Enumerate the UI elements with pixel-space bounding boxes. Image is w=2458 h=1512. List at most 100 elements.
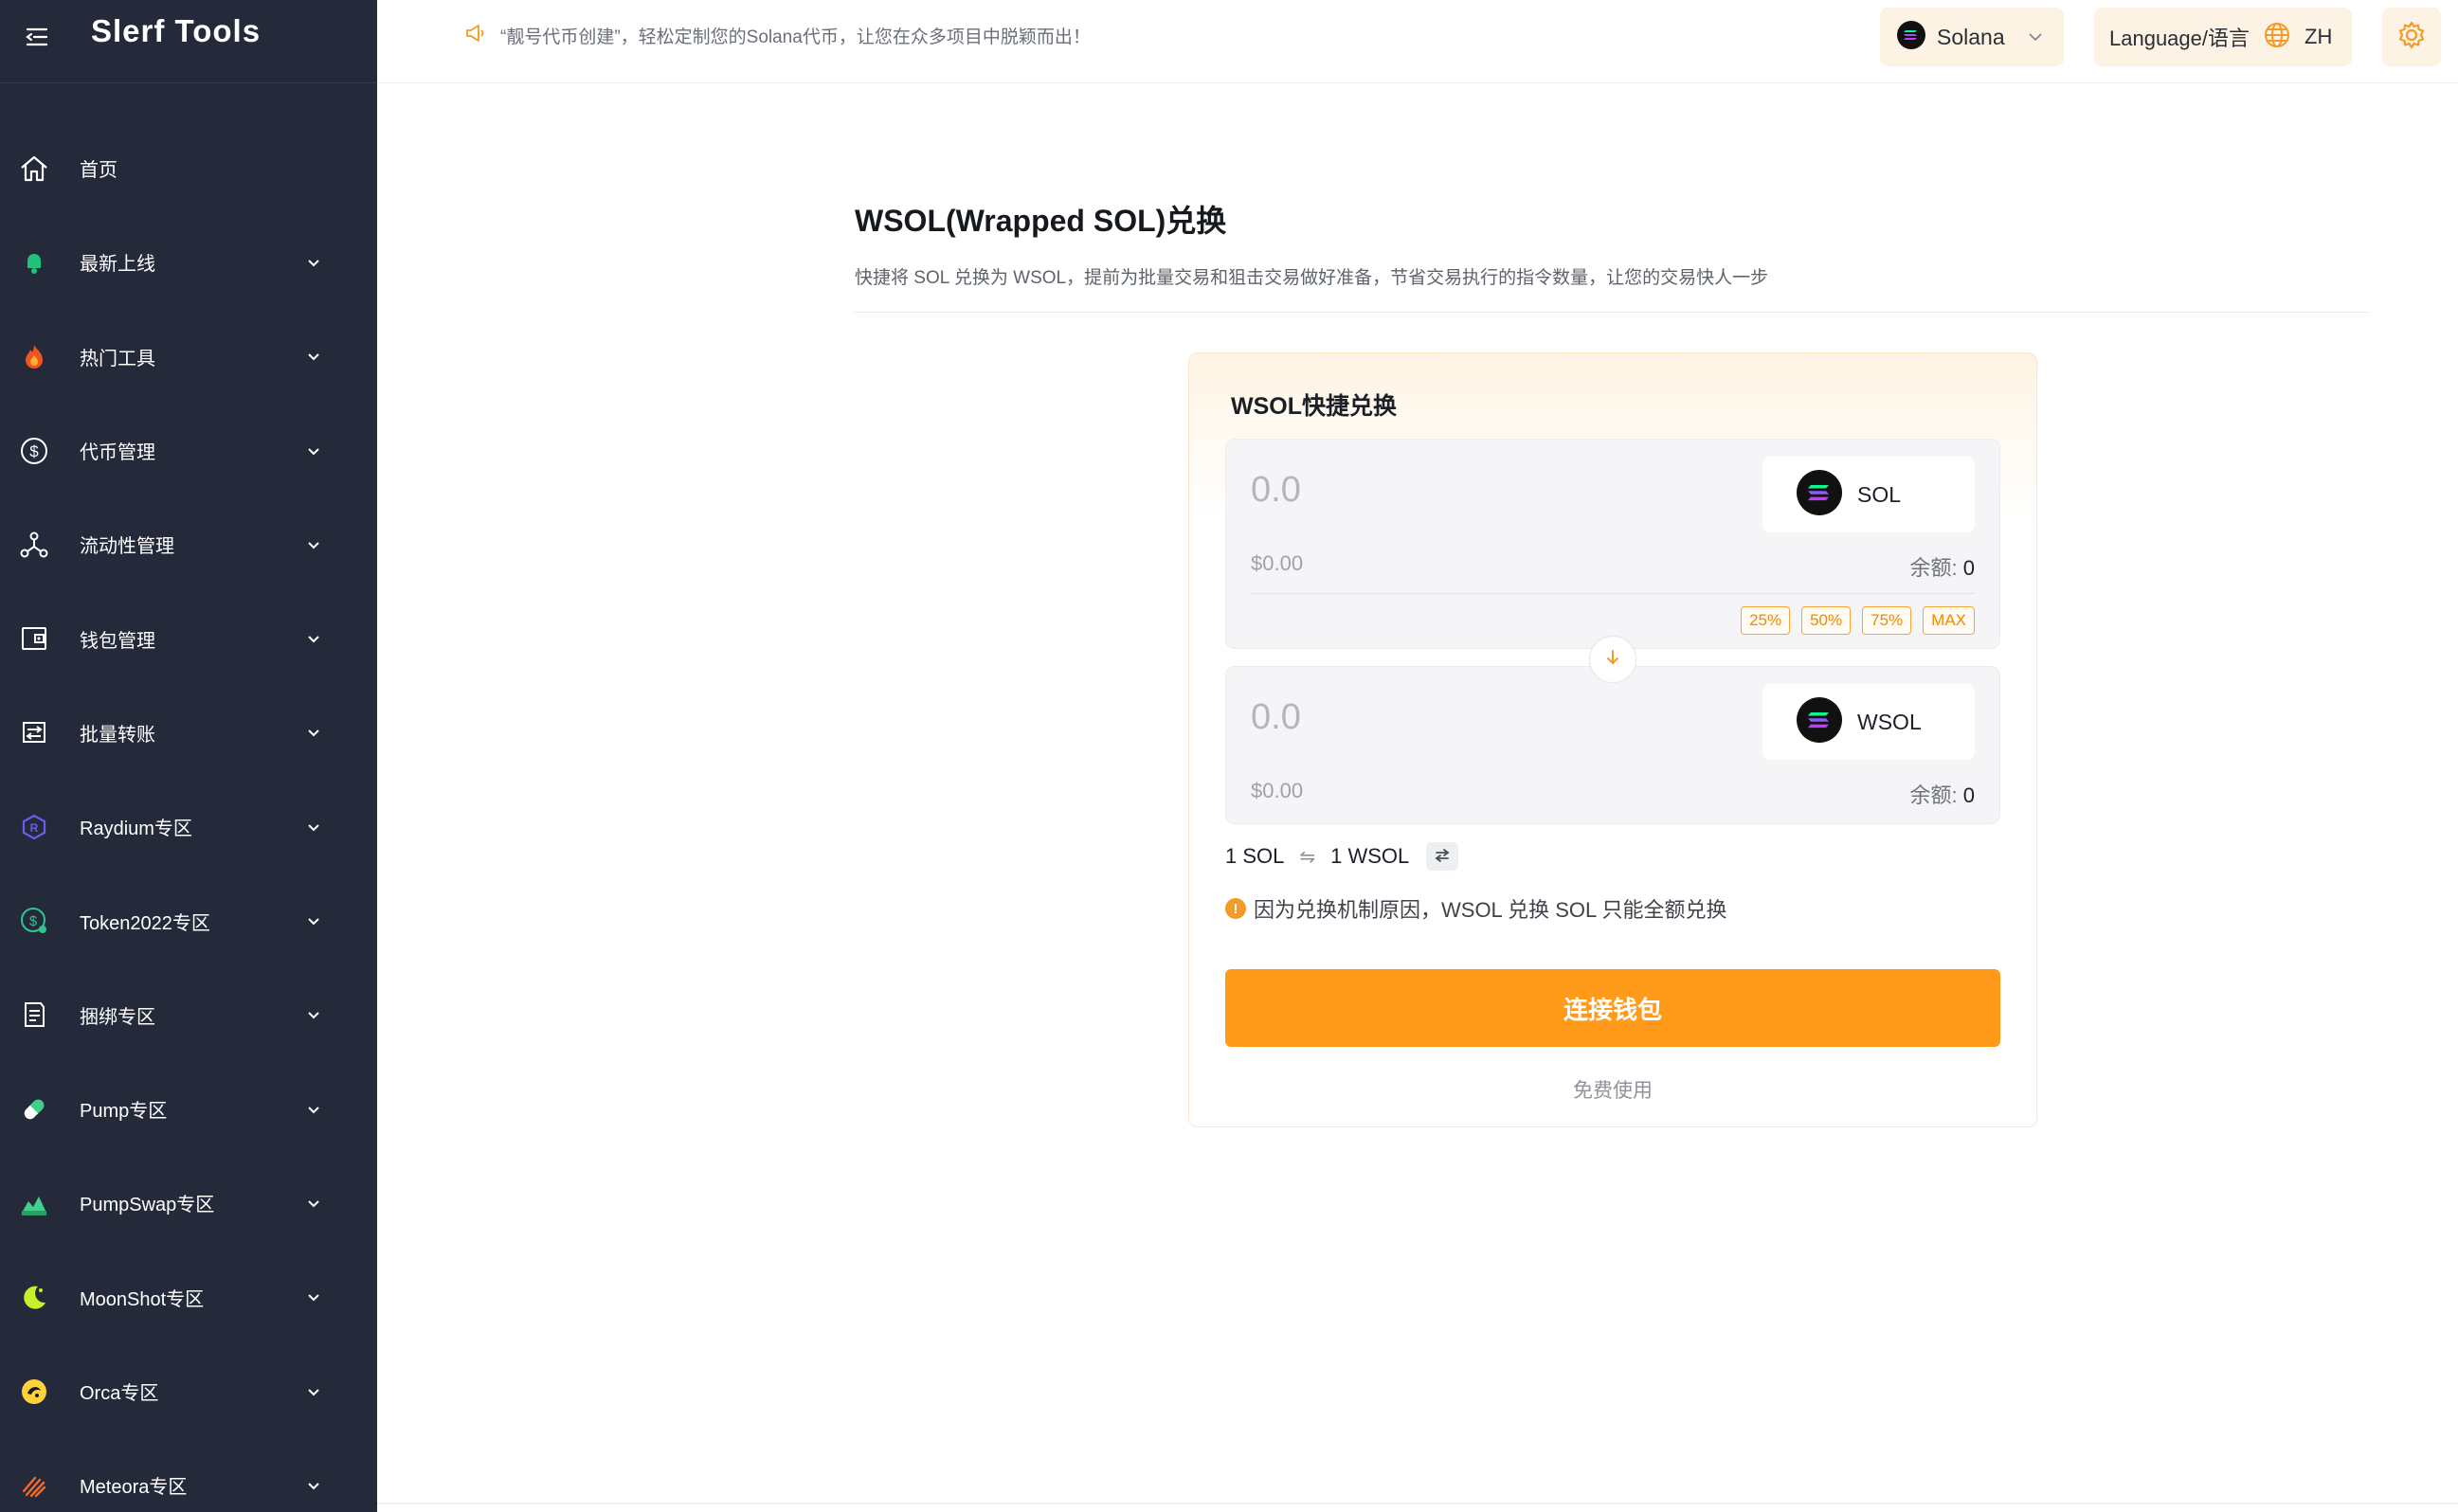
sidebar-item-label: 代币管理: [80, 442, 155, 464]
divider: [855, 312, 2369, 313]
sidebar-item-label: Meteora专区: [80, 1477, 188, 1499]
moon-icon: [17, 1280, 51, 1314]
top-bar: “靓号代币创建”，轻松定制您的Solana代币，让您在众多项目中脱颖而出！ So…: [377, 0, 2458, 83]
chevron-down-icon: [2029, 33, 2042, 42]
sidebar-item-latest[interactable]: 最新上线: [0, 215, 377, 309]
percent-50-button[interactable]: 50%: [1801, 606, 1852, 635]
bell-icon: [17, 245, 51, 279]
chevron-down-icon: [308, 1012, 319, 1019]
chevron-down-icon: [308, 824, 319, 832]
fire-icon: [17, 339, 51, 373]
percent-25-button[interactable]: 25%: [1741, 606, 1791, 635]
sidebar-item-home[interactable]: 首页: [0, 121, 377, 215]
gear-icon: [2396, 20, 2427, 55]
raydium-icon: R: [17, 810, 51, 844]
sidebar-item-label: Raydium专区: [80, 819, 192, 840]
divider: [1251, 593, 1975, 594]
svg-text:$: $: [29, 913, 38, 929]
chevron-down-icon: [308, 918, 319, 926]
sidebar-item-label: Orca专区: [80, 1383, 159, 1404]
from-usd-value: $0.00: [1251, 551, 1304, 575]
percent-buttons: 25% 50% 75% MAX: [1741, 606, 1975, 635]
page-description: 快捷将 SOL 兑换为 WSOL，提前为批量交易和狙击交易做好准备，节省交易执行…: [855, 268, 1769, 288]
announcement-bar[interactable]: “靓号代币创建”，轻松定制您的Solana代币，让您在众多项目中脱颖而出！: [464, 22, 1091, 49]
rate-toggle-button[interactable]: [1426, 842, 1459, 871]
sidebar-item-hot-tools[interactable]: 热门工具: [0, 310, 377, 404]
sidebar-item-label: PumpSwap专区: [80, 1195, 215, 1216]
sidebar-item-wallet[interactable]: 钱包管理: [0, 591, 377, 685]
chevron-down-icon: [308, 447, 319, 455]
percent-75-button[interactable]: 75%: [1862, 606, 1912, 635]
chevron-down-icon: [308, 1200, 319, 1208]
chevron-down-icon: [308, 1106, 319, 1114]
wsol-logo-icon: [1797, 696, 1842, 747]
sidebar-item-label: Token2022专区: [80, 912, 210, 934]
from-amount-input[interactable]: [1251, 466, 1706, 513]
chevron-down-icon: [308, 260, 319, 267]
to-balance: 余额: 0: [1910, 779, 1976, 809]
sidebar-item-orca[interactable]: Orca专区: [0, 1344, 377, 1438]
menu-fold-icon[interactable]: [25, 25, 49, 49]
swap-card: WSOL快捷兑换 SOL $0.00 余额: 0 25% 50% 75% MAX: [1188, 352, 2037, 1127]
to-token-selector[interactable]: WSOL: [1762, 684, 1975, 760]
sidebar-item-label: MoonShot专区: [80, 1288, 205, 1310]
to-token-panel: WSOL $0.00 余额: 0: [1225, 666, 2000, 824]
token2022-icon: $: [17, 904, 51, 938]
to-usd-value: $0.00: [1251, 779, 1304, 802]
nodes-icon: [17, 528, 51, 562]
sidebar-item-meteora[interactable]: Meteora专区: [0, 1438, 377, 1512]
sidebar-item-moonshot[interactable]: MoonShot专区: [0, 1251, 377, 1344]
language-selector[interactable]: Language/语言 ZH: [2094, 8, 2352, 66]
settings-button[interactable]: [2382, 8, 2441, 66]
sidebar-item-label: 最新上线: [80, 254, 155, 276]
to-token-name: WSOL: [1857, 709, 1922, 734]
rate-right: 1 WSOL: [1330, 844, 1410, 868]
chevron-down-icon: [308, 542, 319, 549]
sidebar-item-liquidity[interactable]: 流动性管理: [0, 497, 377, 591]
sidebar-item-label: Pump专区: [80, 1101, 168, 1123]
from-token-selector[interactable]: SOL: [1762, 457, 1975, 532]
pumpswap-icon: [17, 1186, 51, 1220]
balance-label: 余额:: [1909, 783, 1958, 807]
notice-text: 因为兑换机制原因，WSOL 兑换 SOL 只能全额兑换: [1254, 898, 1727, 922]
rate-left: 1 SOL: [1225, 844, 1285, 868]
svg-text:$: $: [29, 442, 39, 460]
from-balance: 余额: 0: [1910, 551, 1976, 582]
sidebar-item-batch-transfer[interactable]: 批量转账: [0, 686, 377, 780]
sidebar-header: Slerf Tools: [0, 0, 377, 83]
divider: [377, 1503, 2458, 1504]
sidebar-item-pumpswap[interactable]: PumpSwap专区: [0, 1156, 377, 1250]
to-amount-input[interactable]: [1251, 693, 1706, 741]
sidebar-item-bundle[interactable]: 捆绑专区: [0, 968, 377, 1062]
dollar-circle-icon: $: [17, 434, 51, 468]
warning-icon: !: [1225, 898, 1246, 919]
app-logo[interactable]: Slerf Tools: [91, 13, 261, 49]
sidebar-item-label: 热门工具: [80, 348, 155, 369]
chain-selector[interactable]: Solana: [1880, 8, 2064, 66]
sidebar-menu: 首页 最新上线 热门工具 $ 代币管理 流动性管理 钱包管理 批量转账 R Ra…: [0, 121, 377, 1512]
solana-logo-icon: [1897, 20, 1925, 54]
chevron-down-icon: [308, 729, 319, 737]
solana-logo-icon: [1797, 469, 1842, 520]
swap-direction-button[interactable]: [1589, 636, 1636, 683]
balance-value: 0: [1962, 783, 1975, 807]
sidebar-item-raydium[interactable]: R Raydium专区: [0, 780, 377, 873]
sidebar-item-token2022[interactable]: $ Token2022专区: [0, 873, 377, 967]
free-use-text: 免费使用: [1573, 1080, 1653, 1102]
sidebar-item-label: 首页: [80, 160, 117, 182]
chevron-down-icon: [308, 353, 319, 361]
page-title: WSOL(Wrapped SOL)兑换: [855, 204, 1227, 238]
notice: ! 因为兑换机制原因，WSOL 兑换 SOL 只能全额兑换: [1225, 893, 1727, 924]
home-icon: [17, 152, 51, 186]
connect-wallet-button[interactable]: 连接钱包: [1225, 969, 2000, 1047]
language-label: Language/语言: [2109, 27, 2250, 50]
chain-label: Solana: [1937, 24, 2005, 49]
swap-arrows-icon: [1434, 844, 1451, 869]
sidebar-item-pump[interactable]: Pump专区: [0, 1062, 377, 1156]
rate-symbol: ⇋: [1299, 846, 1316, 868]
sidebar: Slerf Tools 首页 最新上线 热门工具 $ 代币管理 流动性管理 钱包…: [0, 0, 377, 1512]
chevron-down-icon: [308, 1388, 319, 1395]
max-button[interactable]: MAX: [1923, 606, 1975, 635]
sidebar-item-token-management[interactable]: $ 代币管理: [0, 404, 377, 497]
balance-label: 余额:: [1909, 556, 1958, 580]
